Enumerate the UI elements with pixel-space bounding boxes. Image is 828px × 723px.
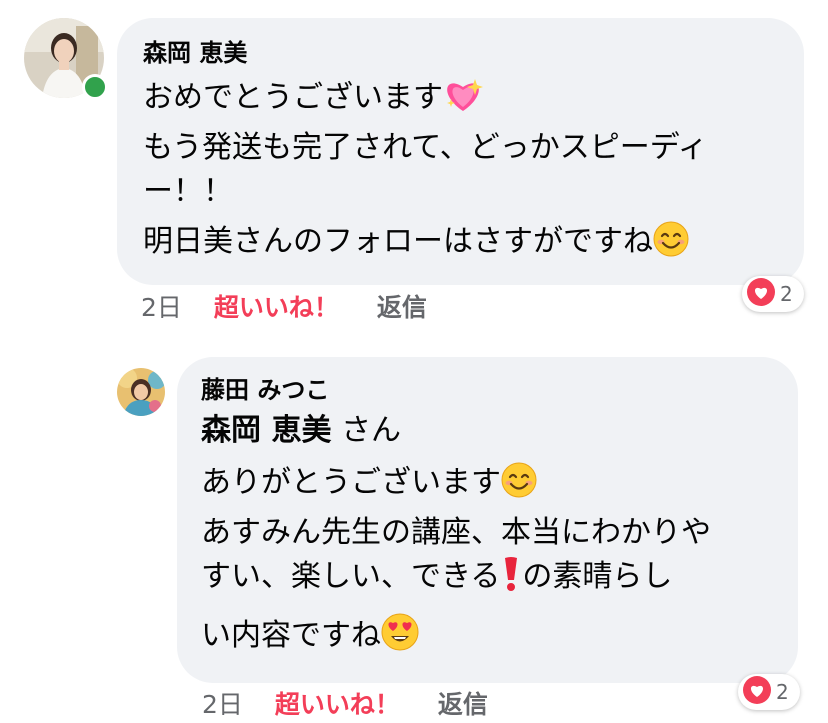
comment-text-line: すい、楽しい、できる の素晴らし — [201, 555, 798, 605]
comment-text-line: 森岡 恵美 さん — [201, 413, 401, 448]
comment-author[interactable]: 藤田 みつこ — [201, 375, 798, 405]
reaction-summary[interactable]: 2 — [742, 276, 804, 312]
comment-text-line: ありがとうございます — [201, 461, 798, 511]
comment-meta: 2日 超いいね！ 返信 — [202, 690, 488, 720]
love-reaction-icon — [742, 675, 772, 709]
comment-bubble: 藤田 みつこ 森岡 恵美 さん ありがとうございます あすみん先生の講座、本当に… — [177, 357, 798, 683]
love-reaction-button[interactable]: 超いいね！ — [275, 690, 400, 719]
smiling-face-icon — [501, 462, 537, 511]
smiling-face-icon — [653, 221, 689, 270]
reply-button[interactable]: 返信 — [438, 690, 488, 719]
heart-eyes-icon — [381, 613, 419, 664]
comment-bubble: 森岡 恵美 おめでとうございます もう発送も完了されて、どっかスピーディ ー！！… — [117, 18, 804, 285]
reaction-summary[interactable]: 2 — [738, 674, 800, 710]
avatar[interactable] — [24, 18, 108, 100]
reaction-count: 2 — [776, 680, 789, 704]
comment-author[interactable]: 森岡 恵美 — [143, 38, 804, 68]
comment-text-line: もう発送も完了されて、どっかスピーディ — [143, 130, 708, 165]
online-status-dot — [82, 74, 108, 100]
comment-text-line: い内容ですね — [201, 613, 798, 664]
comment-meta: 2日 超いいね！ 返信 — [141, 293, 427, 323]
comment-time[interactable]: 2日 — [202, 690, 243, 719]
avatar-image — [117, 368, 165, 416]
sparkling-heart-icon — [443, 77, 483, 126]
comment-text-line: おめでとうございます — [143, 76, 804, 126]
comment-text-line: 明日美さんのフォローはさすがですね — [143, 220, 804, 270]
comment-text-line: ー！！ — [143, 174, 233, 209]
avatar[interactable] — [117, 368, 165, 416]
reply-button[interactable]: 返信 — [377, 293, 427, 322]
mention-link[interactable]: 森岡 恵美 — [201, 413, 331, 448]
reaction-count: 2 — [780, 282, 793, 306]
love-reaction-icon — [746, 277, 776, 311]
love-reaction-button[interactable]: 超いいね！ — [214, 293, 339, 322]
comment-text-line: あすみん先生の講座、本当にわかりや — [201, 515, 711, 550]
comment-time[interactable]: 2日 — [141, 293, 182, 322]
red-exclamation-icon — [500, 556, 522, 605]
